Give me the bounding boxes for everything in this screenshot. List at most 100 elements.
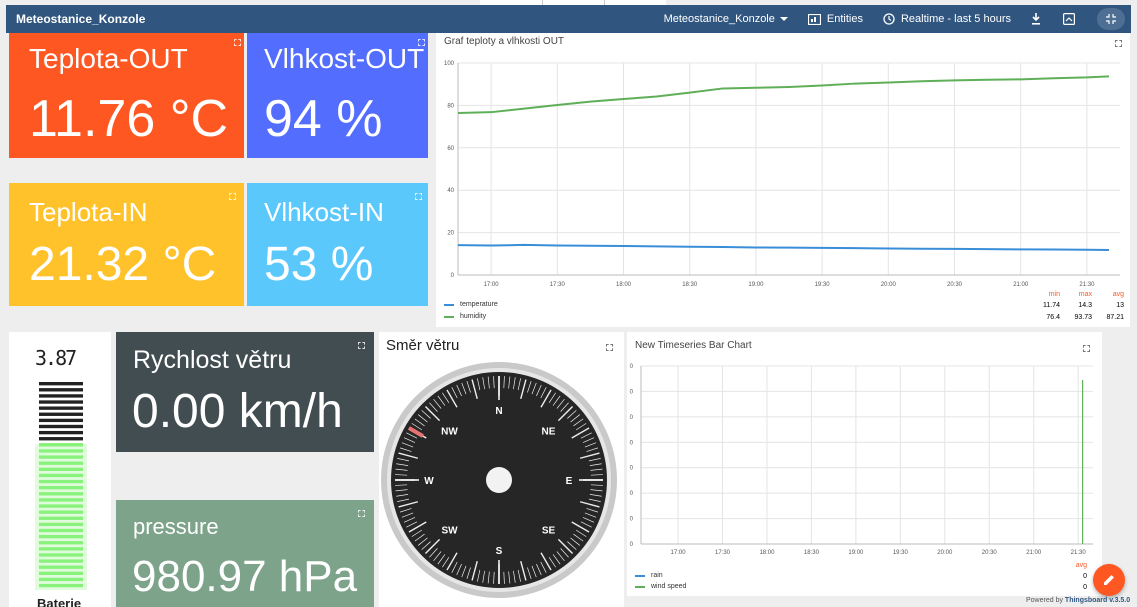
compass-label-nw: NW xyxy=(441,427,458,438)
y-tick-label: 60 xyxy=(447,146,454,152)
x-tick-label: 18:30 xyxy=(682,282,698,288)
x-tick-label: 19:00 xyxy=(748,282,764,288)
compass-label-ne: NE xyxy=(542,427,556,438)
compass-label-e: E xyxy=(566,476,573,487)
x-tick-label: 21:00 xyxy=(1013,282,1029,288)
legend-wind-speed[interactable]: wind speed xyxy=(635,583,686,590)
export-button[interactable] xyxy=(1063,13,1075,25)
edit-fab-button[interactable] xyxy=(1093,564,1125,596)
vlhkost-out-label: Vlhkost-OUT xyxy=(264,43,425,74)
vlhkost-in-label: Vlhkost-IN xyxy=(264,197,384,227)
vlhkost-in-card: Vlhkost-IN 53 % xyxy=(247,183,428,306)
y-tick-label: 20 xyxy=(447,231,454,237)
expand-icon[interactable] xyxy=(358,510,365,517)
battery-segment-empty xyxy=(39,424,83,429)
compass-dial: N NE E SE S SW W NW xyxy=(381,362,617,598)
stat-humidity-max: 93.73 xyxy=(1074,314,1092,321)
stat-header-avg: avg xyxy=(1112,291,1124,298)
dashboard-page: { "app": { "title": "Meteostanice_Konzol… xyxy=(0,0,1137,607)
dashboard-selector[interactable]: Meteostanice_Konzole xyxy=(664,13,788,25)
dashboard-title: Meteostanice_Konzole xyxy=(16,12,146,26)
entities-button[interactable]: Entities xyxy=(807,13,863,25)
battery-gauge xyxy=(35,382,87,590)
legend-rain[interactable]: rain xyxy=(635,572,663,579)
x-tick-label: 20:00 xyxy=(881,282,897,288)
legend-temperature-label: temperature xyxy=(460,301,498,308)
rain-avg: 0 xyxy=(1083,573,1087,580)
bar-chart-widget: New Timeseries Bar Chart 0 0 0 0 0 0 0 0 17:00 17… xyxy=(627,332,1102,596)
stat-humidity-avg: 87.21 xyxy=(1106,314,1124,321)
clock-icon xyxy=(883,13,895,25)
battery-segment-empty xyxy=(39,400,83,404)
vlhkost-out-card: Vlhkost-OUT 94 % xyxy=(247,33,428,158)
compass-label-w: W xyxy=(424,476,434,487)
x-tick-label: 18:00 xyxy=(759,550,775,556)
battery-segment-empty xyxy=(39,382,83,386)
stat-temperature-avg: 13 xyxy=(1116,302,1124,309)
compass-label-sw: SW xyxy=(441,525,458,536)
x-tick-label: 19:00 xyxy=(848,550,864,556)
y-tick-label: 0 xyxy=(630,466,634,472)
pressure-card: pressure 980.97 hPa xyxy=(116,500,374,607)
x-tick-label: 20:30 xyxy=(982,550,998,556)
y-tick-label: 100 xyxy=(444,61,455,67)
battery-segment-empty xyxy=(39,437,83,441)
expand-icon[interactable] xyxy=(234,39,241,46)
temperature-swatch xyxy=(444,303,454,306)
battery-segment-empty xyxy=(39,388,83,392)
legend-humidity[interactable]: humidity xyxy=(444,313,486,320)
y-tick-label: 0 xyxy=(630,542,634,548)
expand-icon[interactable] xyxy=(358,342,365,349)
y-tick-label: 0 xyxy=(630,491,634,497)
expand-icon[interactable] xyxy=(229,193,236,200)
battery-segment-empty xyxy=(39,430,83,435)
x-tick-label: 18:00 xyxy=(616,282,632,288)
pencil-icon xyxy=(1104,575,1114,585)
powered-brand-link[interactable]: Thingsboard v.3.5.0 xyxy=(1065,597,1130,604)
fullscreen-button[interactable] xyxy=(1097,8,1125,30)
vlhkost-in-value: 53 % xyxy=(264,238,374,291)
pressure-value: 980.97 hPa xyxy=(132,552,358,601)
bar-chart-plot: 0 0 0 0 0 0 0 0 17:00 17:30 18:00 18:30 19:00 19:30 20… xyxy=(630,364,1093,556)
download-button[interactable] xyxy=(1031,13,1041,25)
x-tick-label: 17:00 xyxy=(484,282,500,288)
x-tick-label: 19:30 xyxy=(815,282,831,288)
vlhkost-out-value: 94 % xyxy=(264,90,383,148)
series-line-humidity xyxy=(457,75,1110,115)
battery-segment-empty xyxy=(39,418,83,423)
powered-by: Powered by Thingsboard v.3.5.0 xyxy=(1026,597,1130,604)
x-tick-label: 21:30 xyxy=(1071,550,1087,556)
line-chart-plot: 0 20 40 60 80 100 17:00 17:30 18:00 18:30 19:00 19:… xyxy=(444,61,1120,288)
y-tick-label: 80 xyxy=(447,103,454,109)
teplota-in-label: Teplota-IN xyxy=(29,197,148,227)
x-tick-label: 18:30 xyxy=(804,550,820,556)
series-line-temperature xyxy=(457,243,1109,251)
battery-glow xyxy=(35,444,87,590)
temp-humidity-chart: Graf teploty a vlhkosti OUT 0 20 40 60 80 100… xyxy=(436,33,1130,327)
humidity-swatch xyxy=(444,315,454,318)
battery-segment-empty xyxy=(39,394,83,398)
y-tick-label: 40 xyxy=(447,188,454,194)
stat-temperature-max: 14.3 xyxy=(1078,302,1092,309)
teplota-in-value: 21.32 °C xyxy=(29,238,217,291)
legend-rain-label: rain xyxy=(651,572,663,579)
bar-stat-header-avg: avg xyxy=(1075,562,1087,569)
battery-segment-empty xyxy=(39,412,83,416)
y-tick-label: 0 xyxy=(630,517,634,523)
wind-speed-avg: 0 xyxy=(1083,584,1087,591)
pressure-label: pressure xyxy=(133,514,219,539)
download-icon xyxy=(1032,13,1040,25)
expand-icon[interactable] xyxy=(415,193,422,200)
legend-temperature[interactable]: temperature xyxy=(444,301,498,308)
legend-humidity-label: humidity xyxy=(460,313,487,320)
stat-humidity-min: 76.4 xyxy=(1046,314,1060,321)
legend-wind-speed-label: wind speed xyxy=(651,583,687,590)
stat-temperature-min: 11.74 xyxy=(1043,302,1060,309)
rychlost-card: Rychlost větru 0.00 km/h xyxy=(116,332,374,452)
x-tick-label: 17:00 xyxy=(671,550,687,556)
teplota-out-card: Teplota-OUT 11.76 °C xyxy=(9,33,244,158)
timewindow-button[interactable]: Realtime - last 5 hours xyxy=(883,13,1011,25)
fullscreen-exit-icon xyxy=(1106,14,1116,24)
wind-speed-swatch xyxy=(635,585,645,588)
wind-direction-widget: Směr větru N NE E SE S SW W NW xyxy=(379,332,624,607)
